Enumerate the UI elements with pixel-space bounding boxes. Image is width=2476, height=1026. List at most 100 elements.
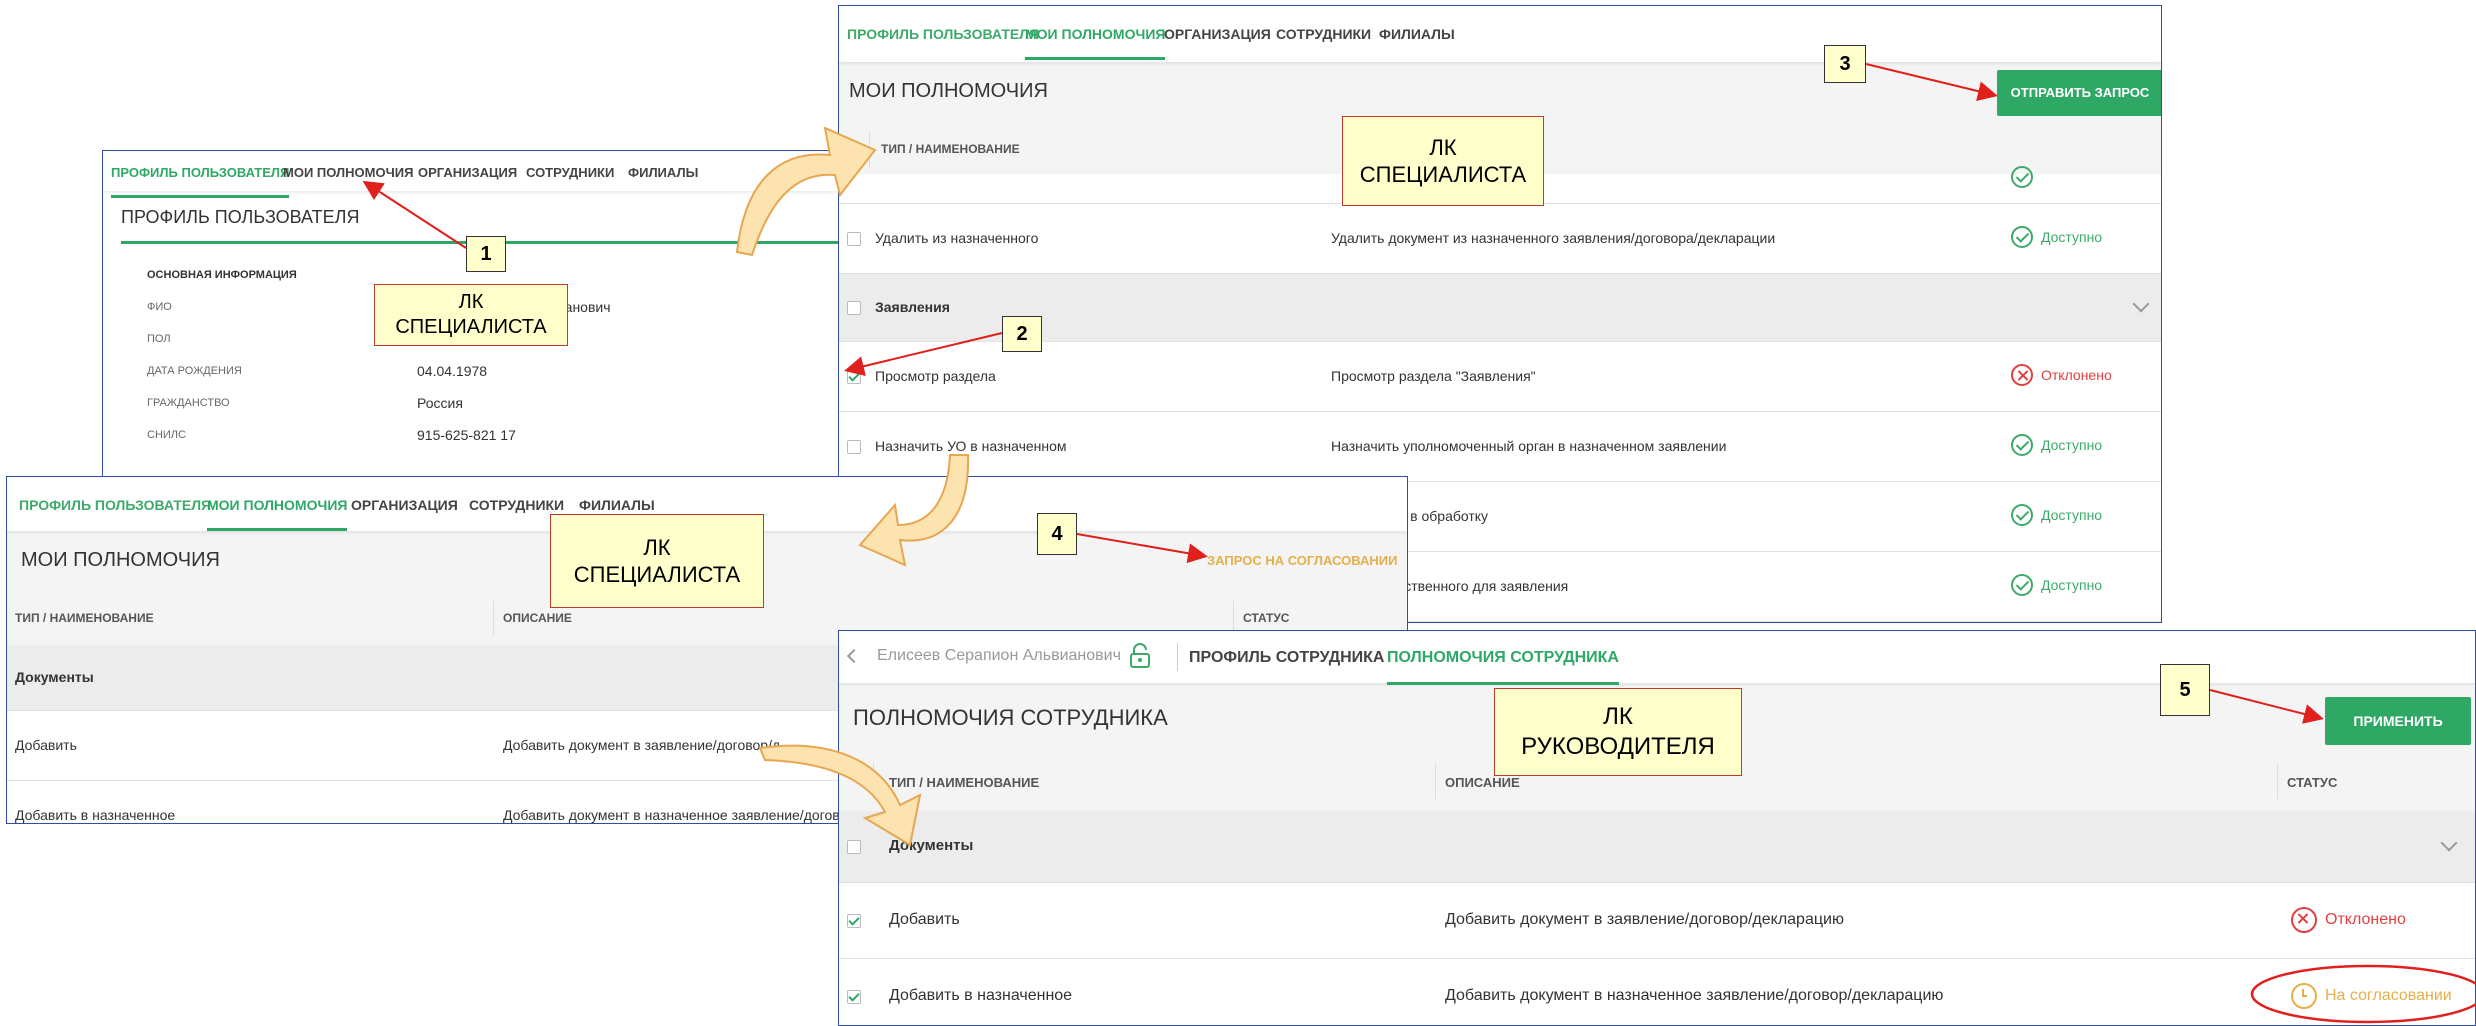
x-circle-icon <box>2011 364 2033 386</box>
step-number: 2 <box>1002 316 1042 352</box>
table-row: Назначить УО в назначенном Назначить упо… <box>839 412 2161 482</box>
col-status-header: СТАТУС <box>1243 611 1290 625</box>
group-name: Документы <box>15 669 94 685</box>
row-checkbox[interactable] <box>847 914 861 928</box>
tab-my-permissions[interactable]: МОИ ПОЛНОМОЧИЯ <box>1025 26 1166 60</box>
tab-divider <box>1177 643 1178 671</box>
table-row: Добавить Добавить документ в заявление/д… <box>839 883 2475 959</box>
check-circle-icon <box>2011 434 2033 456</box>
field-value-snils: 915-625-821 17 <box>417 427 516 443</box>
col-type-header: ТИП / НАИМЕНОВАНИЕ <box>15 611 154 625</box>
header-separator <box>1435 763 1436 799</box>
col-type-header: ТИП / НАИМЕНОВАНИЕ <box>889 775 1040 790</box>
field-value-citizenship: Россия <box>417 395 463 411</box>
row-checkbox[interactable] <box>847 840 861 854</box>
status-rejected: Отклонено <box>2011 364 2112 386</box>
tab-my-permissions[interactable]: МОИ ПОЛНОМОЧИЯ <box>207 497 348 531</box>
callout-lk-manager: ЛК РУКОВОДИТЕЛЯ <box>1494 688 1742 776</box>
page-title: ПРОФИЛЬ ПОЛЬЗОВАТЕЛЯ <box>121 207 360 227</box>
top-tabs: ПРОФИЛЬ ПОЛЬЗОВАТЕЛЯ МОИ ПОЛНОМОЧИЯ ОРГА… <box>839 6 2161 62</box>
group-row[interactable]: Документы <box>839 811 2475 883</box>
field-label-birthdate: ДАТА РОЖДЕНИЯ <box>147 365 242 377</box>
tab-my-permissions[interactable]: МОИ ПОЛНОМОЧИЯ <box>283 165 413 180</box>
row-checkbox[interactable] <box>847 370 861 384</box>
col-desc-header: ОПИСАНИЕ <box>1445 775 1520 790</box>
status-rejected: Отклонено <box>2291 907 2406 933</box>
request-status-text: ЗАПРОС НА СОГЛАСОВАНИИ <box>1207 553 1398 568</box>
field-label-sex: ПОЛ <box>147 333 171 345</box>
check-circle-icon <box>2011 166 2033 188</box>
tab-organization[interactable]: ОРГАНИЗАЦИЯ <box>351 497 458 513</box>
row-description: Назначить уполномоченный орган в назначе… <box>1331 438 1727 454</box>
row-description: Добавить документ в назначенное заявлени… <box>1445 987 1944 1004</box>
row-name: Просмотр раздела <box>875 368 996 384</box>
tab-employees[interactable]: СОТРУДНИКИ <box>1276 26 1371 42</box>
tab-profile[interactable]: ПРОФИЛЬ ПОЛЬЗОВАТЕЛЯ <box>847 26 1039 42</box>
tab-branches[interactable]: ФИЛИАЛЫ <box>628 165 698 180</box>
row-checkbox[interactable] <box>847 440 861 454</box>
page-title: МОИ ПОЛНОМОЧИЯ <box>21 549 220 571</box>
col-status-header: СТАТУС <box>2287 775 2338 790</box>
group-name: Документы <box>889 837 974 854</box>
tab-branches[interactable]: ФИЛИАЛЫ <box>1379 26 1455 42</box>
row-name: Удалить из назначенного <box>875 230 1039 246</box>
tab-employees[interactable]: СОТРУДНИКИ <box>526 165 614 180</box>
row-description: Добавить документ в назначенное заявлени… <box>503 807 867 823</box>
header-separator <box>2277 763 2278 799</box>
row-description: Добавить документ в заявление/договор/д.… <box>503 737 792 753</box>
status-available: Доступно <box>2011 434 2102 456</box>
field-label-fio: ФИО <box>147 301 172 313</box>
row-checkbox[interactable] <box>847 990 861 1004</box>
callout-lk-specialist: ЛК СПЕЦИАЛИСТА <box>1342 116 1544 206</box>
tab-organization[interactable]: ОРГАНИЗАЦИЯ <box>418 165 517 180</box>
tab-employee-permissions[interactable]: ПОЛНОМОЧИЯ СОТРУДНИКА <box>1387 649 1619 685</box>
row-description: Добавить документ в заявление/договор/де… <box>1445 911 1844 928</box>
chevron-down-icon[interactable] <box>2440 834 2458 852</box>
x-circle-icon <box>2291 907 2317 933</box>
row-name: Добавить в назначенное <box>889 987 1073 1004</box>
profile-tabs: ПРОФИЛЬ ПОЛЬЗОВАТЕЛЯ МОИ ПОЛНОМОЧИЯ ОРГА… <box>103 151 861 198</box>
field-label-citizenship: ГРАЖДАНСТВО <box>147 397 230 409</box>
row-checkbox[interactable] <box>847 301 861 315</box>
status-pending: На согласовании <box>2291 983 2452 1009</box>
tab-profile[interactable]: ПРОФИЛЬ ПОЛЬЗОВАТЕЛЯ <box>111 165 290 198</box>
tab-organization[interactable]: ОРГАНИЗАЦИЯ <box>1164 26 1271 42</box>
row-name: Добавить <box>889 911 960 928</box>
row-name: Добавить в назначенное <box>15 807 176 823</box>
row-name: Назначить УО в назначенном <box>875 438 1067 454</box>
tab-profile[interactable]: ПРОФИЛЬ ПОЛЬЗОВАТЕЛЯ <box>19 497 211 513</box>
row-checkbox[interactable] <box>847 232 861 246</box>
field-value-birthdate: 04.04.1978 <box>417 363 488 379</box>
unlock-icon[interactable] <box>1129 643 1151 669</box>
tab-employees[interactable]: СОТРУДНИКИ <box>469 497 564 513</box>
section-title: ОСНОВНАЯ ИНФОРМАЦИЯ <box>147 269 297 281</box>
tab-employee-profile[interactable]: ПРОФИЛЬ СОТРУДНИКА <box>1189 649 1384 667</box>
col-type-header: ТИП / НАИМЕНОВАНИЕ <box>881 142 1020 156</box>
step-number: 1 <box>466 236 506 272</box>
status-available <box>2011 166 2033 188</box>
header-separator <box>493 601 494 635</box>
callout-lk-specialist: ЛК СПЕЦИАЛИСТА <box>374 284 568 346</box>
table-row: Удалить из назначенного Удалить документ… <box>839 204 2161 274</box>
page-title: МОИ ПОЛНОМОЧИЯ <box>849 80 1048 102</box>
page-title: ПОЛНОМОЧИЯ СОТРУДНИКА <box>853 705 1168 730</box>
row-name: Добавить <box>15 737 77 753</box>
group-name: Заявления <box>875 299 950 315</box>
send-request-button[interactable]: ОТПРАВИТЬ ЗАПРОС <box>1997 70 2161 116</box>
step-number: 5 <box>2160 664 2210 716</box>
header-separator <box>873 763 874 799</box>
apply-button[interactable]: ПРИМЕНИТЬ <box>2325 697 2471 745</box>
employee-name: Елисеев Серапион Альвианович <box>877 647 1121 664</box>
back-chevron-icon[interactable] <box>846 648 862 664</box>
step-number: 3 <box>1824 45 1866 83</box>
check-circle-icon <box>2011 504 2033 526</box>
status-available: Доступно <box>2011 574 2102 596</box>
field-label-snils: СНИЛС <box>147 429 186 441</box>
clock-icon <box>2291 983 2317 1009</box>
chevron-down-icon[interactable] <box>2132 295 2150 313</box>
table-row: Добавить в назначенное Добавить документ… <box>839 959 2475 1025</box>
check-circle-icon <box>2011 226 2033 248</box>
tab-branches[interactable]: ФИЛИАЛЫ <box>579 497 655 513</box>
col-desc-header: ОПИСАНИЕ <box>503 611 572 625</box>
status-available: Доступно <box>2011 226 2102 248</box>
